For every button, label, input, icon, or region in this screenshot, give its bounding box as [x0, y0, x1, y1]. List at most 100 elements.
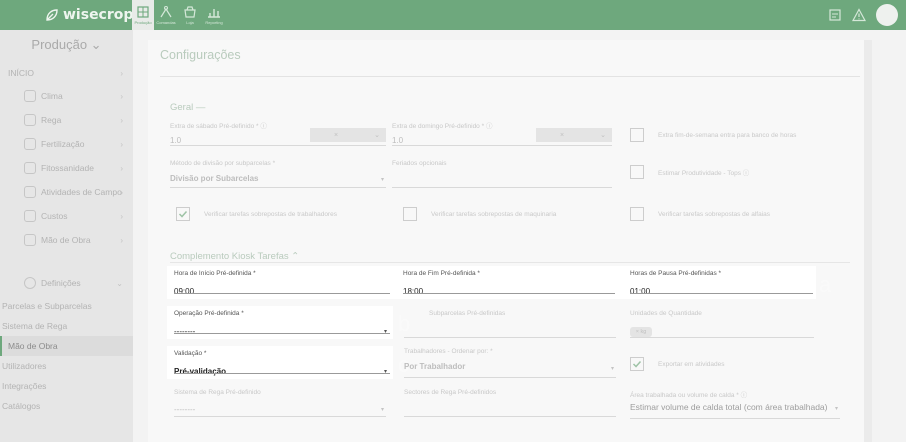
tool-reporting[interactable]: Reporting: [202, 0, 226, 30]
field-underline: [404, 377, 616, 378]
tool-production[interactable]: Produção: [132, 0, 154, 30]
chevron-down-icon[interactable]: ⌄: [374, 131, 380, 139]
horas-pausa-field[interactable]: Horas de Pausa Pré-definidas * 01:00: [623, 266, 816, 299]
field-value: Estimar volume de calda total (com área …: [630, 402, 828, 412]
field-label: Unidades de Quantidade: [630, 310, 702, 317]
exportar-atividades-checkbox[interactable]: Exportar em atividades: [630, 357, 724, 371]
sidebar-subitem-sistema-rega[interactable]: Sistema de Rega: [0, 316, 133, 336]
chevron-right-icon: ›: [120, 68, 123, 78]
wisecrop-logo[interactable]: wisecrop: [44, 4, 133, 26]
section-kiosk-toggle[interactable]: Complemento Kiosk Tarefas ⌃: [170, 251, 299, 262]
sidebar-subitem-parcelas[interactable]: Parcelas e Subparcelas: [0, 296, 133, 316]
checkbox[interactable]: [630, 207, 644, 221]
stepper-controls[interactable]: × ⌄: [536, 128, 612, 142]
validacao-select[interactable]: Validação * Pré-validação ▾: [167, 346, 393, 379]
sidebar-item-label: Rega: [41, 115, 62, 125]
unidades-quantidade-field[interactable]: Unidades de Quantidade × kg: [630, 310, 814, 338]
water-drop-icon: [24, 114, 36, 126]
field-underline: [630, 293, 813, 294]
field-value: --------: [174, 327, 196, 336]
module-selector[interactable]: Produção ⌄: [0, 30, 133, 60]
sidebar-item-label: Integrações: [2, 381, 47, 391]
sidebar-item-label: INÍCIO: [8, 68, 34, 78]
page-scrollbar[interactable]: [864, 40, 872, 442]
extra-sabado-field[interactable]: Extra de sábado Pré-definido * ⓘ 1.0 × ⌄: [170, 120, 386, 146]
checkmark-icon: [632, 360, 642, 368]
field-label: Hora de Fim Pré-definida *: [403, 270, 480, 277]
checkbox-label: Estimar Produtividade - Tops ⓘ: [658, 170, 750, 177]
checkbox[interactable]: [630, 128, 644, 142]
area-volume-select[interactable]: Área trabalhada ou volume de calda * ⓘ E…: [630, 389, 840, 419]
dropdown-arrow-icon: ▾: [610, 366, 614, 372]
sectores-rega-field[interactable]: Sectores de Rega Pré-definidos: [404, 389, 616, 417]
notes-icon[interactable]: [828, 8, 842, 22]
sidebar-item-definicoes[interactable]: Definições ⌄: [0, 273, 133, 293]
feriados-field[interactable]: Feriados opcionais: [392, 160, 612, 188]
sidebar-item-atividades[interactable]: Atividades de Campo ›: [0, 182, 133, 202]
sidebar-item-clima[interactable]: Clima ›: [0, 86, 133, 106]
field-label: Área trabalhada ou volume de calda * ⓘ: [630, 392, 748, 399]
field-value: 01:00: [630, 287, 651, 296]
sidebar-item-label: Clima: [41, 91, 63, 101]
field-label: Horas de Pausa Pré-definidas *: [630, 270, 722, 277]
sidebar-item-custos[interactable]: Custos ›: [0, 206, 133, 226]
tool-orders-label: Comandas: [156, 20, 176, 25]
operacao-select[interactable]: Operação Pré-definida * -------- ▾: [167, 306, 393, 339]
checkbox[interactable]: [403, 207, 417, 221]
hora-inicio-field[interactable]: Hora de Início Pré-definida * 09:00: [167, 266, 393, 299]
sidebar-item-label: Sistema de Rega: [2, 321, 68, 331]
sidebar-item-rega[interactable]: Rega ›: [0, 110, 133, 130]
verificar-alfaias-checkbox[interactable]: Verificar tarefas sobrepostas de alfaias: [630, 207, 770, 221]
sidebar-subitem-integracoes[interactable]: Integrações: [0, 376, 133, 396]
sidebar-item-label: Parcelas e Subparcelas: [2, 301, 92, 311]
trabalhadores-ordenar-select[interactable]: Trabalhadores - Ordenar por: * Por Traba…: [404, 348, 616, 378]
verificar-maquinaria-checkbox[interactable]: Verificar tarefas sobrepostas de maquina…: [403, 207, 556, 221]
sidebar-item-inicio[interactable]: INÍCIO ›: [0, 63, 133, 83]
page-title: Configurações: [160, 48, 241, 62]
section-geral-toggle[interactable]: Geral —: [170, 102, 205, 113]
sistema-rega-select[interactable]: Sistema de Rega Pré-definido -------- ▾: [174, 389, 386, 417]
field-value: --------: [174, 405, 196, 414]
unit-chip[interactable]: × kg: [630, 327, 652, 337]
tool-orders[interactable]: Comandas: [154, 0, 178, 30]
field-underline: [630, 337, 814, 338]
sidebar-item-mao-de-obra[interactable]: Mão de Obra ›: [0, 230, 133, 250]
subparcelas-field[interactable]: Subparcelas Pré-definidas: [404, 310, 616, 338]
extra-fim-semana-checkbox[interactable]: Extra fim-de-semana entra para banco de …: [630, 128, 796, 142]
chevron-right-icon: ›: [120, 187, 123, 197]
verificar-trabalhadores-checkbox[interactable]: Verificar tarefas sobrepostas de trabalh…: [176, 207, 337, 221]
sidebar-item-label: Custos: [41, 211, 68, 221]
checkbox[interactable]: [176, 207, 190, 221]
checkbox[interactable]: [630, 357, 644, 371]
checkbox[interactable]: [630, 165, 644, 179]
user-avatar[interactable]: [876, 4, 898, 26]
hora-fim-field[interactable]: Hora de Fim Pré-definida * 18:00: [396, 266, 618, 299]
metodo-divisao-select[interactable]: Método de divisão por subparcelas * Divi…: [170, 160, 386, 188]
divider: [160, 76, 860, 77]
sidebar-item-fertilizacao[interactable]: Fertilização ›: [0, 134, 133, 154]
field-label: Hora de Início Pré-definida *: [174, 270, 256, 277]
sidebar-subitem-mao-de-obra[interactable]: Mão de Obra: [0, 336, 133, 356]
estimar-produtividade-checkbox[interactable]: Estimar Produtividade - Tops ⓘ: [630, 165, 749, 179]
chevron-down-icon[interactable]: ⌄: [600, 131, 606, 139]
field-underline: [404, 416, 616, 417]
module-toolbar: Produção Comandas Loja Reporting: [132, 0, 226, 30]
sidebar-item-fitossanidade[interactable]: Fitossanidade ›: [0, 158, 133, 178]
tool-production-label: Produção: [134, 20, 152, 25]
warning-icon[interactable]: [852, 8, 866, 22]
stepper-controls[interactable]: × ⌄: [310, 128, 386, 142]
orders-icon: [160, 6, 172, 18]
clear-icon[interactable]: ×: [334, 132, 338, 139]
clear-icon[interactable]: ×: [560, 132, 564, 139]
sidebar-subitem-utilizadores[interactable]: Utilizadores: [0, 356, 133, 376]
checkbox-label: Extra fim-de-semana entra para banco de …: [658, 131, 797, 139]
extra-domingo-field[interactable]: Extra de domingo Pré-definido * ⓘ 1.0 × ⌄: [392, 120, 612, 146]
field-underline: [174, 333, 390, 334]
chevron-right-icon: ›: [120, 235, 123, 245]
field-underline: [170, 187, 386, 188]
sidebar-item-label: Atividades de Campo: [41, 187, 122, 197]
chevron-right-icon: ›: [120, 115, 123, 125]
field-label: Operação Pré-definida *: [174, 310, 244, 317]
tool-store[interactable]: Loja: [178, 0, 202, 30]
sidebar-subitem-catalogos[interactable]: Catálogos: [0, 396, 133, 416]
